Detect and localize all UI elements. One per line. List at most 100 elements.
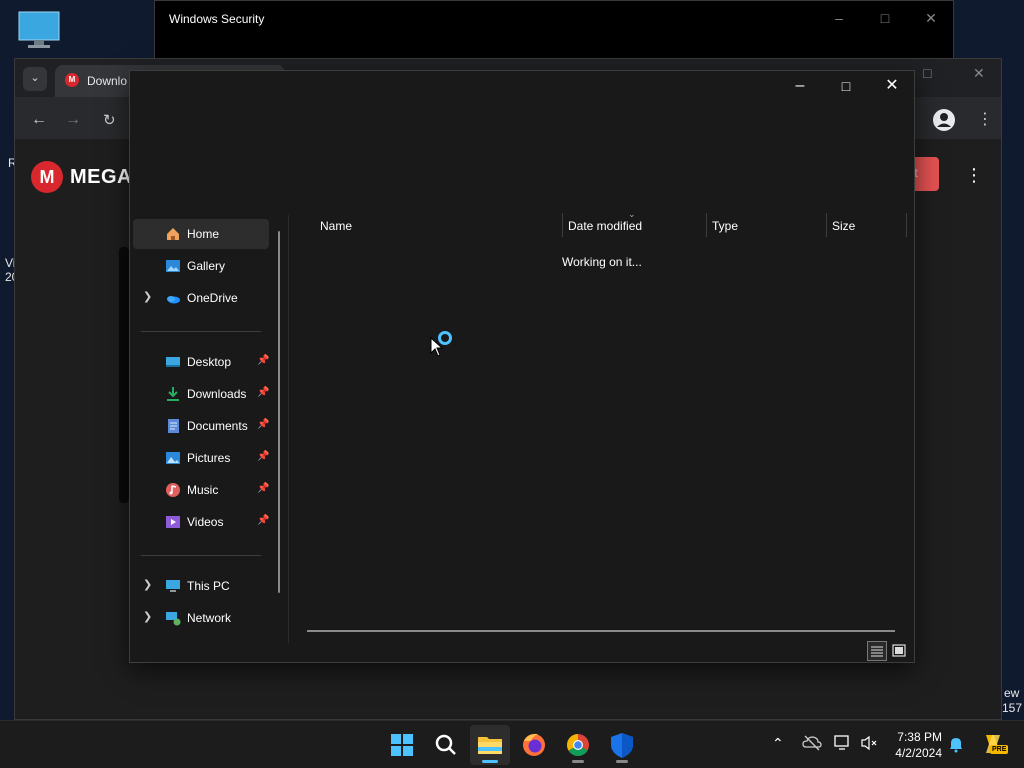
mega-wordmark: MEGA <box>70 166 132 188</box>
pictures-icon <box>165 450 181 466</box>
pin-icon: 📌 <box>257 483 270 494</box>
clock-date[interactable]: 4/2/2024 <box>886 746 942 760</box>
desktop-label-fragment: ew <box>1004 686 1020 700</box>
file-explorer-icon <box>478 737 502 754</box>
nav-item-gallery[interactable]: Gallery <box>133 251 269 281</box>
taskbar: ⌃ 7:38 PM 4/2/2024 PRE <box>0 720 1024 768</box>
nav-label: Videos <box>187 515 224 529</box>
nav-item-onedrive[interactable]: ❯ OneDrive <box>133 283 269 313</box>
nav-item-documents[interactable]: Documents 📌 <box>133 411 269 441</box>
taskbar-chrome[interactable] <box>558 725 598 765</box>
panel-edge <box>119 247 129 503</box>
this-pc-desktop-icon[interactable] <box>17 10 61 50</box>
taskbar-firefox[interactable] <box>514 725 554 765</box>
nav-label: Music <box>187 483 219 497</box>
horizontal-scrollbar[interactable] <box>307 630 895 632</box>
chevron-right-icon[interactable]: ❯ <box>143 578 152 591</box>
mega-favicon-icon: M <box>65 73 79 87</box>
search-button[interactable] <box>426 725 466 765</box>
nav-item-music[interactable]: Music 📌 <box>133 475 269 505</box>
home-icon <box>165 226 181 242</box>
onedrive-tray-icon[interactable] <box>802 735 822 754</box>
chevron-right-icon[interactable]: ❯ <box>143 290 152 303</box>
copilot-badge: PRE <box>990 745 1009 754</box>
window-title: Windows Security <box>169 12 265 26</box>
start-icon <box>391 734 413 756</box>
nav-label: Downloads <box>187 387 247 401</box>
desktop-icon <box>165 354 181 370</box>
pin-icon: 📌 <box>257 451 270 462</box>
network-tray-icon[interactable] <box>834 735 852 754</box>
maximize-button[interactable]: □ <box>923 65 931 81</box>
nav-item-videos[interactable]: Videos 📌 <box>133 507 269 537</box>
desktop-label-fragment: 157 <box>1002 701 1023 715</box>
column-separator[interactable] <box>562 213 563 237</box>
nav-item-desktop[interactable]: Desktop 📌 <box>133 347 269 377</box>
nav-item-this-pc[interactable]: ❯ This PC <box>133 571 269 601</box>
videos-icon <box>165 514 181 530</box>
documents-icon <box>165 418 181 434</box>
nav-label: OneDrive <box>187 291 238 305</box>
file-explorer-dialog[interactable]: – □ ✕ Home Gallery ❯ OneDrive Desktop 📌 … <box>129 70 915 663</box>
tab-label: Downlo <box>87 74 128 88</box>
column-header-size[interactable]: Size <box>832 219 855 233</box>
music-icon <box>165 482 181 498</box>
windows-security-icon <box>611 733 633 758</box>
profile-icon[interactable] <box>933 109 955 131</box>
mouse-cursor-icon <box>430 336 444 360</box>
nav-label: This PC <box>187 579 230 593</box>
chevron-up-icon[interactable]: ⌃ <box>772 735 784 752</box>
column-separator[interactable] <box>826 213 827 237</box>
nav-divider <box>141 555 261 556</box>
reload-icon[interactable]: ↻ <box>103 111 116 129</box>
start-button[interactable] <box>382 725 422 765</box>
active-indicator <box>482 760 498 763</box>
network-icon <box>165 610 181 626</box>
column-header-type[interactable]: Type <box>712 219 738 233</box>
onedrive-icon <box>165 290 181 306</box>
nav-label: Network <box>187 611 232 625</box>
menu-icon[interactable]: ⋮ <box>977 109 993 129</box>
pin-icon: 📌 <box>257 387 270 398</box>
clock-time[interactable]: 7:38 PM <box>886 730 942 744</box>
pin-icon: 📌 <box>257 419 270 430</box>
nav-item-home[interactable]: Home <box>133 219 269 249</box>
close-button[interactable]: ✕ <box>869 71 915 101</box>
volume-muted-icon[interactable] <box>860 735 878 754</box>
details-view-button[interactable] <box>867 641 887 661</box>
running-indicator <box>572 760 584 763</box>
column-separator[interactable] <box>906 213 907 237</box>
column-header-name[interactable]: Name <box>320 219 352 233</box>
copilot-icon[interactable]: PRE <box>980 731 1009 757</box>
pin-icon: 📌 <box>257 515 270 526</box>
minimize-button[interactable]: – <box>819 3 859 33</box>
forward-icon[interactable]: → <box>65 111 81 129</box>
more-icon[interactable]: ⋮ <box>965 165 983 186</box>
nav-item-pictures[interactable]: Pictures 📌 <box>133 443 269 473</box>
nav-label: Documents <box>187 419 248 433</box>
nav-scrollbar[interactable] <box>278 231 280 593</box>
notification-bell-icon[interactable] <box>948 735 964 756</box>
nav-item-downloads[interactable]: Downloads 📌 <box>133 379 269 409</box>
downloads-icon <box>165 386 181 402</box>
pane-divider <box>288 215 289 643</box>
close-button[interactable]: ✕ <box>973 65 985 82</box>
taskbar-file-explorer[interactable] <box>470 725 510 765</box>
tab-search-button[interactable]: ⌄ <box>23 67 47 91</box>
maximize-button[interactable]: □ <box>865 3 905 33</box>
nav-item-network[interactable]: ❯ Network <box>133 603 269 633</box>
taskbar-windows-security[interactable] <box>602 725 642 765</box>
pin-icon: 📌 <box>257 355 270 366</box>
back-icon[interactable]: ← <box>31 111 47 129</box>
close-button[interactable]: ✕ <box>911 3 951 33</box>
minimize-button[interactable]: – <box>777 71 823 101</box>
column-separator[interactable] <box>706 213 707 237</box>
chevron-right-icon[interactable]: ❯ <box>143 610 152 623</box>
status-message: Working on it... <box>562 255 642 269</box>
firefox-icon <box>523 733 545 756</box>
column-header-date-modified[interactable]: Date modified <box>568 219 642 233</box>
mega-logo[interactable]: M <box>31 161 63 193</box>
thumbnail-view-button[interactable] <box>889 641 909 661</box>
maximize-button[interactable]: □ <box>823 71 869 101</box>
running-indicator <box>616 760 628 763</box>
